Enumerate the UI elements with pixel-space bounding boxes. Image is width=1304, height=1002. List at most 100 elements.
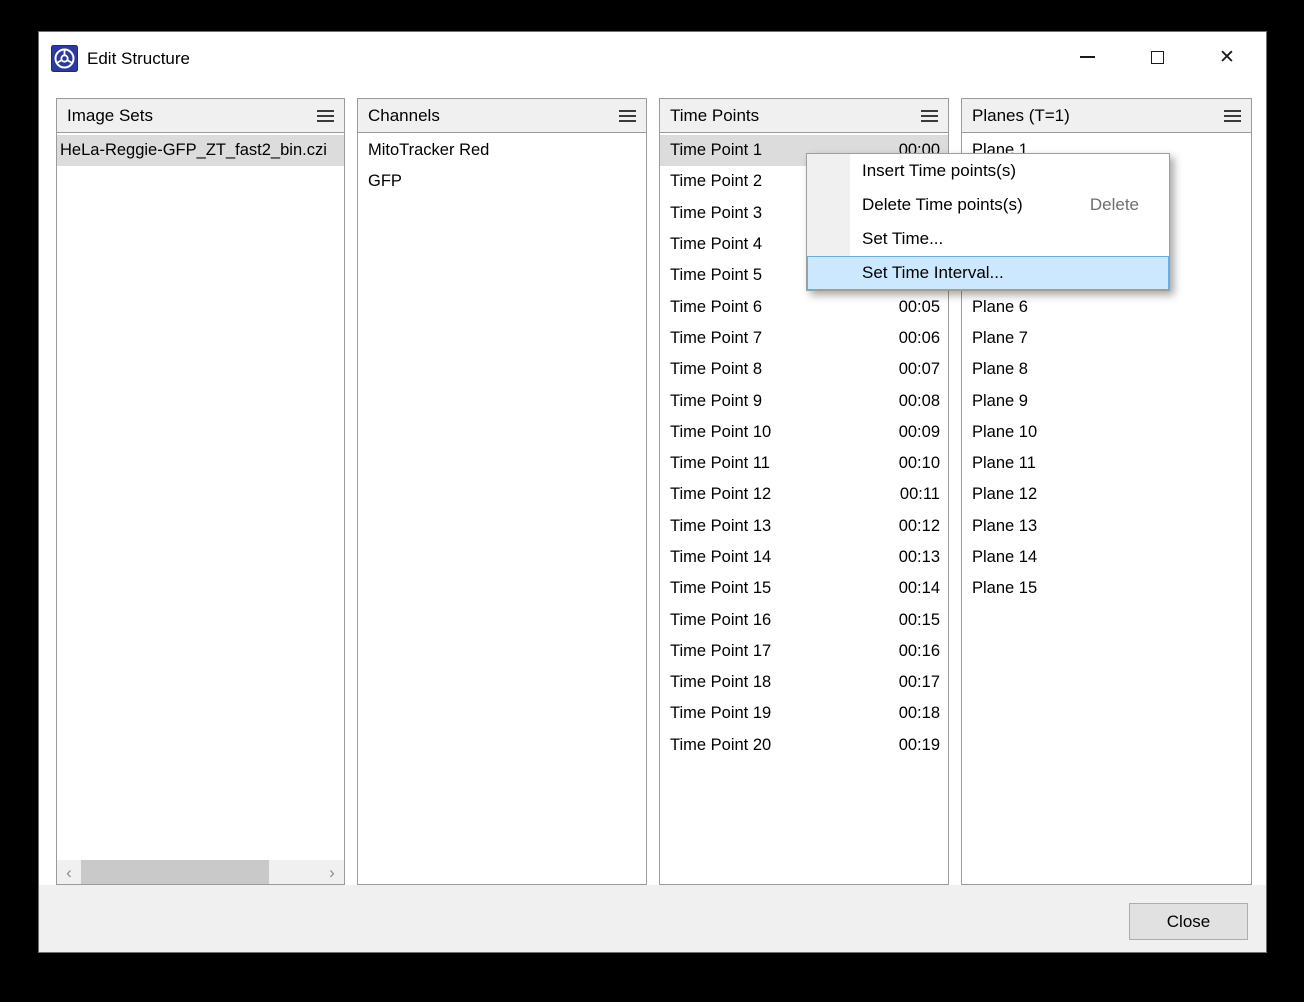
plane-row-label: Plane 13 — [972, 517, 1037, 536]
time-point-row-label: Time Point 7 — [670, 329, 762, 348]
plane-row[interactable]: Plane 13 — [962, 511, 1251, 542]
menu-item-label: Insert Time points(s) — [862, 161, 1016, 181]
time-point-row[interactable]: Time Point 16 00:15 — [660, 604, 948, 635]
menu-item-shortcut: Delete — [1090, 195, 1155, 215]
time-point-row-label: Time Point 19 — [670, 704, 771, 723]
time-point-row-label: Time Point 3 — [670, 204, 762, 223]
menu-item-insert-time-points-s[interactable]: Insert Time points(s) — [807, 154, 1169, 188]
plane-row[interactable]: Plane 9 — [962, 385, 1251, 416]
time-point-row[interactable]: Time Point 11 00:10 — [660, 448, 948, 479]
time-point-row[interactable]: Time Point 9 00:08 — [660, 385, 948, 416]
time-point-row[interactable]: Time Point 10 00:09 — [660, 417, 948, 448]
time-value: 00:13 — [899, 548, 940, 567]
time-point-row-label: Time Point 5 — [670, 266, 762, 285]
scroll-right-icon[interactable]: › — [320, 860, 344, 884]
hamburger-menu-icon[interactable] — [1224, 110, 1241, 122]
image-sets-header: Image Sets — [57, 99, 344, 133]
scrollbar-thumb[interactable] — [81, 860, 269, 884]
time-point-row-label: Time Point 6 — [670, 298, 762, 317]
time-value: 00:08 — [899, 392, 940, 411]
time-point-row[interactable]: Time Point 1300:12 — [660, 511, 948, 542]
time-point-row[interactable]: Time Point 1500:14 — [660, 573, 948, 604]
menu-item-set-time[interactable]: Set Time... — [807, 222, 1169, 256]
plane-row-label: Plane 15 — [972, 579, 1037, 598]
channel-row[interactable]: GFP — [358, 166, 646, 197]
time-point-row-label: Time Point 13 — [670, 517, 771, 536]
close-window-button[interactable]: ✕ — [1192, 32, 1262, 82]
menu-item-label: Delete Time points(s) — [862, 195, 1023, 215]
time-point-row-label: Time Point 8 — [670, 360, 762, 379]
time-point-row-label: Time Point 18 — [670, 673, 771, 692]
image-sets-list: HeLa-Reggie-GFP_ZT_fast2_bin.czi — [57, 133, 344, 884]
time-point-row-label: Time Point 4 — [670, 235, 762, 254]
hamburger-menu-icon[interactable] — [921, 110, 938, 122]
time-point-row[interactable]: Time Point 1800:17 — [660, 667, 948, 698]
time-point-row[interactable]: Time Point 1700:16 — [660, 636, 948, 667]
time-value: 00:16 — [899, 642, 940, 661]
hamburger-menu-icon[interactable] — [619, 110, 636, 122]
title-bar: Edit Structure ✕ — [39, 32, 1266, 92]
time-point-row[interactable]: Time Point 14 00:13 — [660, 542, 948, 573]
caption-buttons: ✕ — [1052, 32, 1262, 82]
plane-row[interactable]: Plane 8 — [962, 354, 1251, 385]
plane-row[interactable]: Plane 6 — [962, 291, 1251, 322]
channel-row-label: GFP — [368, 172, 402, 191]
plane-row[interactable]: Plane 11 — [962, 448, 1251, 479]
image-set-row-label: HeLa-Reggie-GFP_ZT_fast2_bin.czi — [60, 141, 327, 160]
plane-row[interactable]: Plane 15 — [962, 573, 1251, 604]
minimize-button[interactable] — [1052, 32, 1122, 82]
time-point-row[interactable]: Time Point 800:07 — [660, 354, 948, 385]
time-value: 00:10 — [899, 454, 940, 473]
image-sets-title: Image Sets — [67, 106, 153, 126]
channels-list: MitoTracker Red GFP — [358, 133, 646, 884]
time-point-row-label: Time Point 10 — [670, 423, 771, 442]
scroll-left-icon[interactable]: ‹ — [57, 860, 81, 884]
plane-row[interactable]: Plane 12 — [962, 479, 1251, 510]
plane-row-label: Plane 10 — [972, 423, 1037, 442]
menu-item-delete-time-points-s[interactable]: Delete Time points(s) Delete — [807, 188, 1169, 222]
dialog-footer: Close — [39, 885, 1266, 952]
plane-row[interactable]: Plane 10 — [962, 417, 1251, 448]
plane-row[interactable]: Plane 14 — [962, 542, 1251, 573]
close-button[interactable]: Close — [1129, 903, 1248, 940]
channels-title: Channels — [368, 106, 440, 126]
time-point-row[interactable]: Time Point 1900:18 — [660, 698, 948, 729]
time-point-row-label: Time Point 11 — [670, 454, 770, 473]
plane-row-label: Plane 8 — [972, 360, 1028, 379]
maximize-button[interactable] — [1122, 32, 1192, 82]
maximize-icon — [1151, 51, 1164, 64]
time-point-row[interactable]: Time Point 1200:11 — [660, 479, 948, 510]
close-icon: ✕ — [1219, 48, 1235, 67]
time-points-context-menu: Insert Time points(s) Delete Time points(… — [806, 153, 1170, 291]
time-point-row-label: Time Point 9 — [670, 392, 762, 411]
time-point-row-label: Time Point 16 — [670, 611, 771, 630]
time-point-row-label: Time Point 15 — [670, 579, 771, 598]
plane-row-label: Plane 14 — [972, 548, 1037, 567]
zen-app-icon — [51, 45, 78, 72]
time-point-row[interactable]: Time Point 6 00:05 — [660, 291, 948, 322]
plane-row-label: Plane 11 — [972, 454, 1036, 473]
image-set-row[interactable]: HeLa-Reggie-GFP_ZT_fast2_bin.czi — [57, 135, 344, 166]
plane-row[interactable]: Plane 7 — [962, 323, 1251, 354]
time-points-title: Time Points — [670, 106, 759, 126]
menu-item-set-time-interval[interactable]: Set Time Interval... — [807, 256, 1169, 290]
time-value: 00:19 — [899, 736, 940, 755]
window-title: Edit Structure — [87, 32, 190, 86]
time-value: 00:15 — [899, 611, 940, 630]
planes-title: Planes (T=1) — [972, 106, 1070, 126]
time-point-row-label: Time Point 1 — [670, 141, 762, 160]
edit-structure-dialog: Edit Structure ✕ Image Sets HeLa-Reggie-… — [38, 31, 1267, 953]
time-value: 00:05 — [899, 298, 940, 317]
channel-row[interactable]: MitoTracker Red — [358, 135, 646, 166]
time-value: 00:09 — [899, 423, 940, 442]
channels-header: Channels — [358, 99, 646, 133]
horizontal-scrollbar[interactable]: ‹ › — [57, 860, 344, 884]
channel-row-label: MitoTracker Red — [368, 141, 489, 160]
plane-row-label: Plane 9 — [972, 392, 1028, 411]
hamburger-menu-icon[interactable] — [317, 110, 334, 122]
time-point-row-label: Time Point 14 — [670, 548, 771, 567]
time-point-row[interactable]: Time Point 2000:19 — [660, 730, 948, 761]
time-point-row[interactable]: Time Point 700:06 — [660, 323, 948, 354]
image-sets-panel: Image Sets HeLa-Reggie-GFP_ZT_fast2_bin.… — [56, 98, 345, 885]
plane-row-label: Plane 7 — [972, 329, 1028, 348]
